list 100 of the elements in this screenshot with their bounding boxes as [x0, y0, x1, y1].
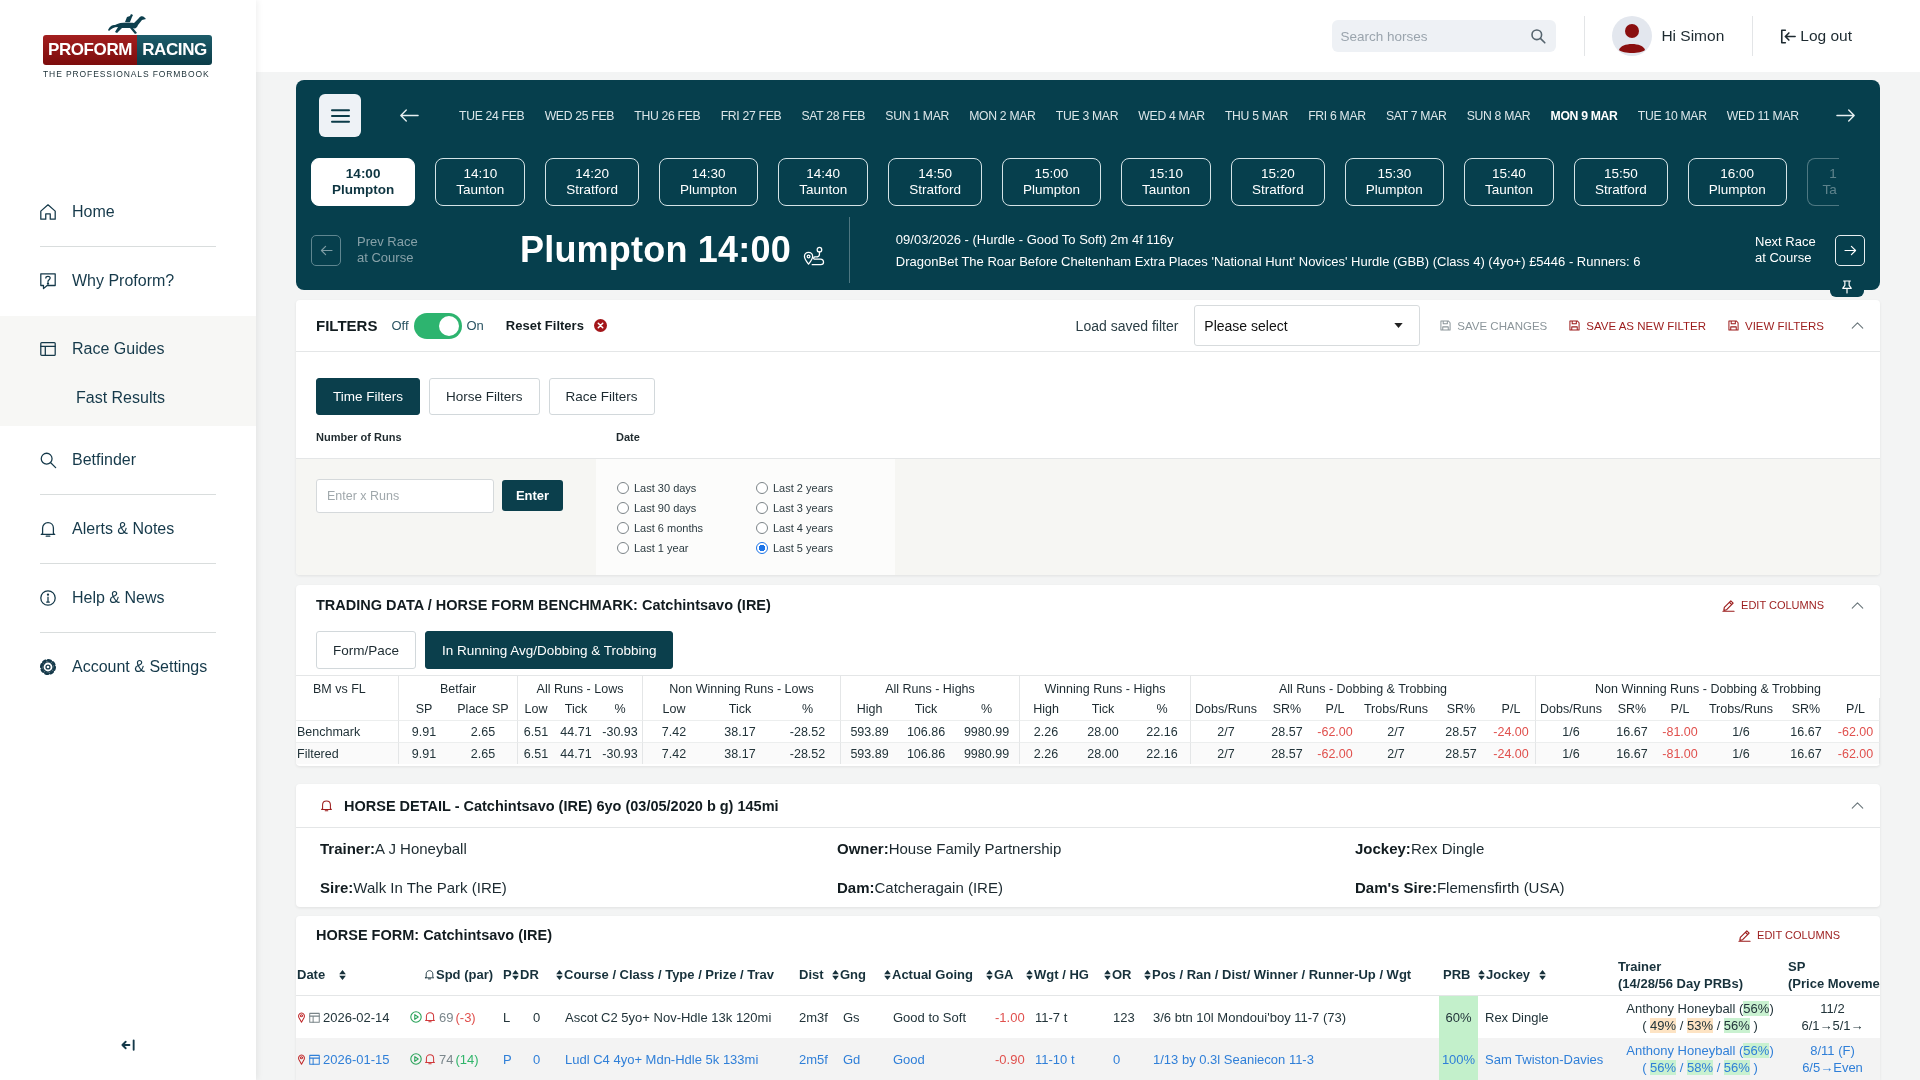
race-tab[interactable]: 14:50 Stratford [888, 158, 982, 206]
arrow-left-icon[interactable] [399, 109, 419, 122]
date-tab[interactable]: FRI 6 MAR [1308, 108, 1366, 123]
next-race-button[interactable] [1835, 234, 1865, 266]
map-pin-icon[interactable] [298, 1011, 305, 1023]
date-tab[interactable]: THU 5 MAR [1224, 108, 1288, 123]
date-tab[interactable]: SAT 28 FEB [801, 108, 866, 123]
race-tab[interactable]: 15:40 Taunton [1463, 158, 1554, 206]
radio-button[interactable] [617, 502, 629, 514]
prev-race-button[interactable] [311, 234, 341, 266]
race-tab[interactable]: 14:00 Plumpton [311, 158, 416, 206]
filter-action-button[interactable]: VIEW FILTERS [1727, 319, 1824, 332]
next-race-label[interactable]: Next Race at Course [1755, 234, 1819, 266]
chevron-up-icon[interactable] [1851, 601, 1864, 609]
enter-button[interactable]: Enter [502, 480, 563, 511]
calendar-icon[interactable] [309, 1011, 320, 1023]
race-tab[interactable]: 14:10 Taunton [435, 158, 526, 206]
race-tab[interactable]: 15:30 Plumpton [1344, 158, 1444, 206]
play-circle-icon[interactable] [410, 1011, 422, 1023]
logout-button[interactable]: Log out [1780, 27, 1852, 45]
calendar-icon[interactable] [309, 1053, 320, 1065]
reset-filters-button[interactable]: Reset Filters [505, 318, 607, 333]
filter-tab[interactable]: Race Filters [548, 378, 655, 415]
date-tab[interactable]: SUN 8 MAR [1466, 108, 1531, 123]
race-tab[interactable]: 14:30 Plumpton [659, 158, 759, 206]
avatar-icon[interactable] [1612, 16, 1653, 56]
radio-button[interactable] [756, 502, 768, 514]
sort-icon[interactable] [884, 969, 891, 980]
race-tab[interactable]: 14:20 Stratford [545, 158, 640, 206]
bell-icon[interactable] [424, 1053, 436, 1065]
filters-toggle[interactable] [413, 312, 462, 339]
filter-tab[interactable]: Time Filters [316, 378, 420, 415]
date-tab[interactable]: TUE 3 MAR [1055, 108, 1119, 123]
table-tab[interactable]: Form/Pace [316, 631, 417, 669]
nav-link[interactable]: Home [0, 178, 256, 246]
map-pin-icon[interactable] [298, 1053, 305, 1065]
menu-button[interactable] [319, 94, 361, 137]
nav-link[interactable]: Betfinder [0, 426, 256, 494]
sort-icon[interactable] [1478, 969, 1485, 980]
sort-icon[interactable] [832, 969, 839, 980]
race-tab[interactable]: 15:20 Stratford [1231, 158, 1325, 206]
radio-label[interactable]: Last 4 years [773, 522, 833, 534]
radio-button[interactable] [756, 522, 768, 534]
date-tab[interactable]: TUE 10 MAR [1637, 108, 1707, 123]
sort-icon[interactable] [986, 969, 993, 980]
sort-icon[interactable] [1104, 969, 1111, 980]
search-field[interactable]: Search horses [1332, 20, 1557, 52]
nav-link[interactable]: Help & News [0, 564, 256, 632]
collapse-sidebar-icon[interactable] [121, 1039, 136, 1051]
sort-icon[interactable] [339, 969, 347, 980]
radio-button[interactable] [756, 482, 768, 494]
radio-button[interactable] [617, 522, 629, 534]
nav-link[interactable]: Account & Settings [0, 633, 256, 701]
arrow-right-icon[interactable] [1836, 109, 1856, 122]
date-tab[interactable]: WED 25 FEB [544, 108, 615, 123]
search-icon[interactable] [1530, 28, 1547, 44]
nav-link[interactable]: Race Guides [0, 316, 256, 382]
chevron-up-icon[interactable] [1851, 322, 1864, 329]
nav-link[interactable]: Alerts & Notes [0, 495, 256, 563]
radio-button[interactable] [617, 542, 629, 554]
sort-icon[interactable] [512, 969, 519, 980]
date-tab[interactable]: MON 2 MAR [969, 108, 1036, 123]
date-tab[interactable]: SAT 7 MAR [1385, 108, 1447, 123]
sort-icon[interactable] [1539, 969, 1547, 980]
radio-label[interactable]: Last 3 years [773, 502, 833, 514]
runs-input-field[interactable]: Enter x Runs [316, 479, 494, 513]
radio-label[interactable]: Last 30 days [634, 482, 697, 494]
bell-icon[interactable] [320, 799, 333, 812]
radio-label[interactable]: Last 2 years [773, 482, 833, 494]
chevron-up-icon[interactable] [1851, 802, 1864, 809]
radio-label[interactable]: Last 1 year [634, 542, 689, 554]
race-tab[interactable]: 15:10 Taunton [1121, 158, 1212, 206]
radio-button[interactable] [756, 542, 768, 554]
bell-icon[interactable] [424, 1011, 436, 1023]
nav-link[interactable]: Fast Results [0, 382, 256, 426]
edit-columns-button[interactable]: EDIT COLUMNS [1722, 598, 1824, 612]
date-tab[interactable]: SUN 1 MAR [885, 108, 949, 123]
date-tab[interactable]: FRI 27 FEB [720, 108, 782, 123]
filter-tab[interactable]: Horse Filters [429, 378, 540, 415]
radio-label[interactable]: Last 5 years [773, 542, 833, 554]
nav-link[interactable]: Why Proform? [0, 247, 256, 315]
radio-button[interactable] [617, 482, 629, 494]
filter-action-button[interactable]: SAVE AS NEW FILTER [1569, 319, 1706, 332]
race-tab[interactable]: 15:50 Stratford [1573, 158, 1668, 206]
prev-race-label[interactable]: Prev Race at Course [357, 234, 421, 266]
saved-filter-select[interactable]: Please select [1194, 305, 1421, 346]
date-tab[interactable]: WED 4 MAR [1138, 108, 1205, 123]
bell-icon[interactable] [424, 969, 435, 980]
table-tab[interactable]: In Running Avg/Dobbing & Trobbing [425, 631, 674, 669]
radio-label[interactable]: Last 6 months [634, 522, 704, 534]
race-tab[interactable]: 14:40 Taunton [778, 158, 869, 206]
table-row[interactable]: 2026-02-14 69(-3) L 0 Ascot C2 5yo+ Nov-Hdle 13k 120mi 2m3f Gs Good to Soft -1.00 11-7 t 123 3/6 btn 10l Mondoui'boy 11-7 (73) 60% Rex Dingle Anthony Honeyball (56%) ( 49% / 53% / 56% ) 11/2 6/1→5/1→ [296, 996, 1880, 1038]
sort-icon[interactable] [1144, 969, 1151, 980]
edit-columns-button[interactable]: EDIT COLUMNS [1738, 928, 1840, 942]
play-circle-icon[interactable] [410, 1053, 422, 1065]
radio-label[interactable]: Last 90 days [634, 502, 697, 514]
date-tab[interactable]: WED 11 MAR [1726, 108, 1799, 123]
sort-icon[interactable] [1026, 969, 1033, 980]
date-tab[interactable]: TUE 24 FEB [459, 108, 525, 123]
race-tab[interactable]: 15:00 Plumpton [1001, 158, 1101, 206]
